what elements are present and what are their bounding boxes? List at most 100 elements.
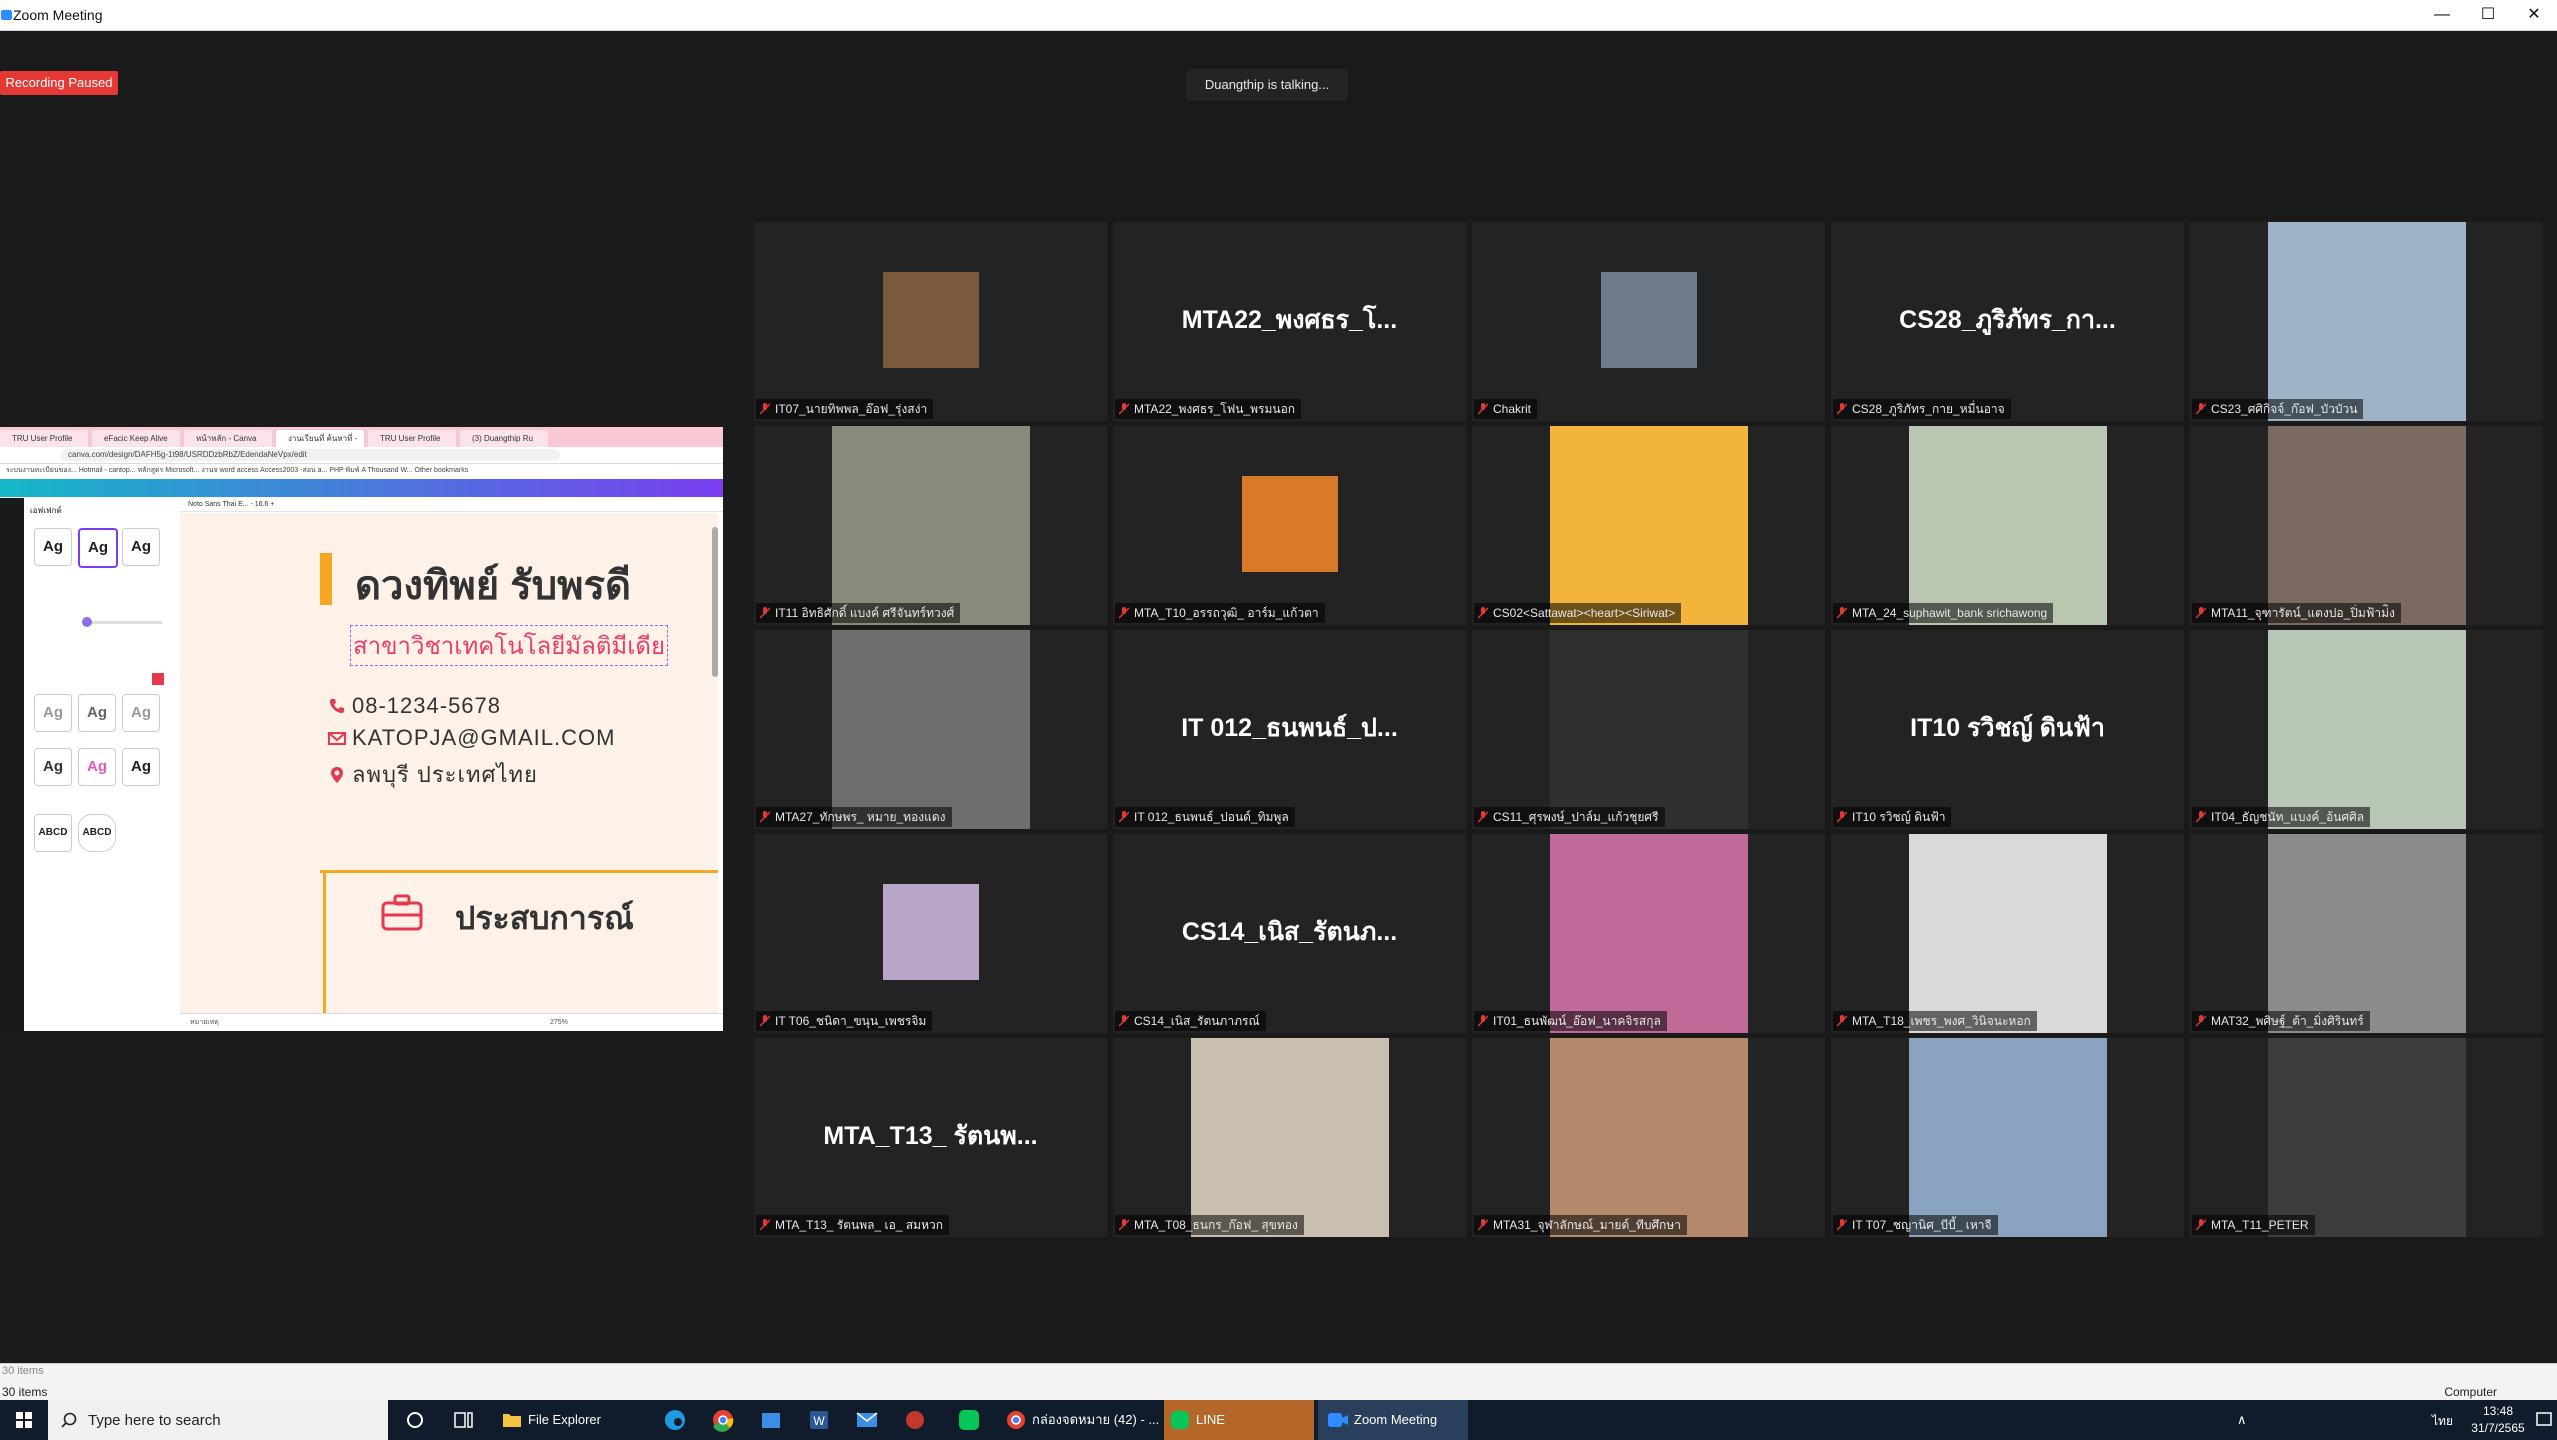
participant-tile[interactable]: IT04_ธัญชนัท_แบงค์_อ้นศศิล [2190, 630, 2543, 829]
participant-tile[interactable]: MTA_T10_อรรถวุฒิ_ อาร์ม_แก้วตา [1113, 426, 1466, 625]
muted-mic-icon [1119, 607, 1129, 619]
participant-video [2267, 426, 2466, 625]
clock-date[interactable]: 31/7/2565 [2463, 1421, 2533, 1435]
participant-name: CS28_ภูริภัทร_กาย_หมื่นอาจ [1852, 402, 2005, 416]
address-bar-row: canva.com/design/DAFH5g-1t98/USRDDzbRbZ/… [0, 447, 723, 464]
participant-tile[interactable]: CS02<Sattawat><heart><Siriwat> [1472, 426, 1825, 625]
color-swatch[interactable] [152, 673, 164, 685]
effect-option[interactable]: Ag [122, 694, 160, 732]
windows-start-icon[interactable] [0, 1400, 48, 1440]
text-style-option-selected[interactable]: Ag [78, 528, 118, 568]
bookmarks-bar[interactable]: ระบบงานทะเบียนของ... Hotmail - cantop...… [0, 464, 723, 478]
notification-icon[interactable] [2535, 1411, 2553, 1429]
cortana-icon[interactable] [392, 1400, 438, 1440]
browser-tab[interactable]: (3) Duangthip Ru [460, 430, 548, 447]
chrome-icon [1007, 1411, 1025, 1429]
muted-mic-icon [1478, 1219, 1488, 1231]
task-view-icon[interactable] [440, 1400, 486, 1440]
notes-button[interactable]: หมายเหตุ [190, 1019, 219, 1026]
muted-mic-icon [1119, 1219, 1129, 1231]
browser-tab[interactable]: TRU User Profile [0, 430, 88, 447]
slider-handle[interactable] [82, 617, 92, 627]
participant-name: IT01_ธนพัฒน์_อ๊อฟ_นาคจิรสกุล [1493, 1014, 1661, 1028]
participant-tile[interactable]: IT11 อิทธิศักดิ์ แบงค์ ศรีจันทร์ทวงศ์ [754, 426, 1107, 625]
effect-option[interactable]: Ag [78, 748, 116, 786]
line-icon[interactable] [946, 1400, 992, 1440]
participant-tile[interactable]: MTA11_จุฑารัตน์_แตงปอ_ปิ่มฟ้าม่ิง [2190, 426, 2543, 625]
design-canvas[interactable]: ดวงทิพย์ รับพรดี สาขาวิชาเทคโนโลยีมัลติม… [180, 513, 718, 1013]
accent-bar [320, 553, 332, 605]
effect-option[interactable]: Ag [78, 694, 116, 732]
participant-name: MTA_24_suphawit_bank srichawong [1852, 606, 2048, 620]
chrome-icon[interactable] [700, 1400, 746, 1440]
tray-chevron-icon[interactable]: ∧ [2237, 1412, 2247, 1428]
participant-tile[interactable]: CS28_ภูริภัทร_กา... CS28_ภูริภัทร_กาย_หมื… [1831, 222, 2184, 421]
title-bar: Zoom Meeting — ☐ ✕ [0, 0, 2557, 31]
participant-tile[interactable]: MTA_T08_ธนกร_ก๊อฟ_ สุขทอง [1113, 1038, 1466, 1237]
clock-time[interactable]: 13:48 [2463, 1404, 2533, 1418]
participant-tile[interactable]: IT10 รวิชญ์ ดินฟ้า IT10 รวิชญ์ ดินฟ้า [1831, 630, 2184, 829]
zoom-level[interactable]: 275% [550, 1014, 568, 1031]
canva-text-toolbar[interactable]: Noto Sans Thai E... - 16.6 + [180, 498, 723, 512]
taskbar-app-label: LINE [1196, 1412, 1225, 1427]
file-explorer-status: 30 items 30 items Computer [0, 1363, 2557, 1400]
effect-option[interactable]: Ag [34, 748, 72, 786]
participant-tile[interactable]: MAT32_พศิษฐ์_ต้า_มิ่งศิรินทร์ [2190, 834, 2543, 1033]
participant-tile[interactable]: IT07_นายทิพพล_อ๊อฟ_รุ่งสง่า [754, 222, 1107, 421]
participant-tile[interactable]: CS14_เนิส_รัตนภ... CS14_เนิส_รัตนภาภรณ์ [1113, 834, 1466, 1033]
edge-icon[interactable] [652, 1400, 698, 1440]
taskbar-search[interactable]: Type here to search [48, 1400, 388, 1440]
effect-option[interactable]: Ag [34, 694, 72, 732]
zoom-taskbar-button[interactable]: Zoom Meeting [1318, 1400, 1468, 1440]
participant-video [1549, 630, 1748, 829]
mail-icon[interactable] [844, 1400, 890, 1440]
participant-name: IT10 รวิชญ์ ดินฟ้า [1852, 810, 1946, 824]
minimize-button[interactable]: — [2419, 0, 2465, 30]
participant-tile[interactable]: MTA31_จุฬาลักษณ์_มายด์_ทีบศึกษา [1472, 1038, 1825, 1237]
participant-tile[interactable]: MTA_T18_เพชร_พงศ_วินิจนะหอก [1831, 834, 2184, 1033]
shape-option[interactable]: ABCD [34, 814, 72, 852]
text-style-option[interactable]: Ag [122, 528, 160, 566]
participant-tile[interactable]: IT 012_ธนพนธ์_ป... IT 012_ธนพนธ์_ปอนด์_ทิ… [1113, 630, 1466, 829]
shape-option-curved[interactable]: ABCD [78, 814, 116, 852]
shared-screen[interactable]: TRU User Profile eFacic Keep Alive หน้าห… [0, 427, 723, 1031]
recording-paused-badge[interactable]: Recording Paused [0, 71, 118, 95]
store-icon[interactable] [748, 1400, 794, 1440]
maximize-button[interactable]: ☐ [2465, 0, 2511, 30]
participant-nameplate: IT11 อิทธิศักดิ์ แบงค์ ศรีจันทร์ทวงศ์ [756, 603, 961, 623]
browser-tab-active[interactable]: งานเรียนที่ ค้นหาที่ - [276, 430, 364, 447]
participant-nameplate: CS11_ศุรพงษ์_ปาล์ม_แก้วชุยศรี [1474, 807, 1665, 827]
participant-tile[interactable]: IT01_ธนพัฒน์_อ๊อฟ_นาคจิรสกุล [1472, 834, 1825, 1033]
participant-tile[interactable]: MTA27_ทักษพร_ หมาย_ทองแดง [754, 630, 1107, 829]
participant-name: CS23_ศศิกิจจ์_ก๊อฟ_บัวบัวน [2211, 402, 2358, 416]
participant-tile[interactable]: MTA_24_suphawit_bank srichawong [1831, 426, 2184, 625]
participant-tile[interactable]: Chakrit [1472, 222, 1825, 421]
participant-tile[interactable]: MTA_T13_ รัตนพ... MTA_T13_ รัตนพล_ เอ_ สม… [754, 1038, 1107, 1237]
browser-tab[interactable]: eFacic Keep Alive [92, 430, 180, 447]
chrome-mail-taskbar-button[interactable]: กล่องจดหมาย (42) - ... [1000, 1400, 1160, 1440]
resume-subtitle[interactable]: สาขาวิชาเทคโนโลยีมัลติมีเดีย [350, 625, 669, 666]
text-style-option[interactable]: Ag [34, 528, 72, 566]
participant-tile[interactable]: MTA_T11_PETER [2190, 1038, 2543, 1237]
muted-mic-icon [1119, 811, 1129, 823]
file-explorer-taskbar-button[interactable]: File Explorer [496, 1400, 646, 1440]
browser-tab[interactable]: TRU User Profile [368, 430, 456, 447]
participant-nameplate: IT07_นายทิพพล_อ๊อฟ_รุ่งสง่า [756, 399, 934, 419]
canvas-scrollbar[interactable] [712, 527, 718, 677]
snipping-tool-icon[interactable] [892, 1400, 938, 1440]
effect-option[interactable]: Ag [122, 748, 160, 786]
participant-tile[interactable]: IT T07_ชญานิศ_บีบี้_ เหาจี [1831, 1038, 2184, 1237]
participant-display-name: CS14_เนิส_รัตนภ... [1181, 918, 1398, 946]
muted-mic-icon [2196, 1219, 2206, 1231]
url-field[interactable]: canva.com/design/DAFH5g-1t98/USRDDzbRbZ/… [60, 449, 560, 461]
word-icon[interactable]: W [796, 1400, 842, 1440]
language-indicator[interactable]: ไทย [2432, 1412, 2453, 1431]
participant-tile[interactable]: MTA22_พงศธร_โ... MTA22_พงศธร_โฟน_พรมนอก [1113, 222, 1466, 421]
line-taskbar-button[interactable]: LINE [1164, 1400, 1314, 1440]
close-button[interactable]: ✕ [2511, 0, 2557, 30]
participant-tile[interactable]: CS11_ศุรพงษ์_ปาล์ม_แก้วชุยศรี [1472, 630, 1825, 829]
participant-tile[interactable]: IT T06_ชนิดา_ขนุน_เพชรจิม [754, 834, 1107, 1033]
browser-tab[interactable]: หน้าหลัก - Canva [184, 430, 272, 447]
effect-slider[interactable] [82, 621, 162, 624]
participant-tile[interactable]: CS23_ศศิกิจจ์_ก๊อฟ_บัวบัวน [2190, 222, 2543, 421]
